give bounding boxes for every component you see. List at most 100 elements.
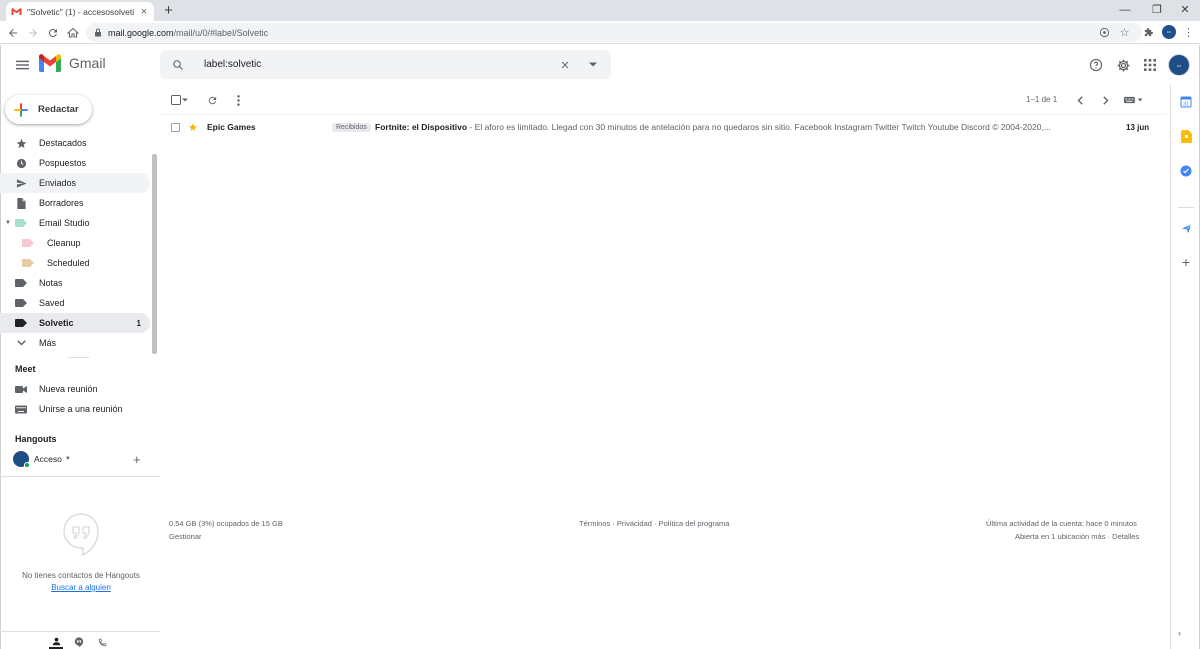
footer-links[interactable]: Términos · Privacidad · Política del pro… <box>579 519 729 528</box>
close-window-button[interactable]: ✕ <box>1170 0 1200 19</box>
sidebar-nav: Destacados Pospuestos Enviados Borradore… <box>0 133 150 353</box>
url-path: /mail/u/0/#label/Solvetic <box>173 27 269 38</box>
compose-button[interactable]: Redactar <box>5 95 92 124</box>
addon-plane-icon[interactable] <box>1179 221 1193 235</box>
sidebar-item-mas[interactable]: Más <box>0 333 150 353</box>
side-panel: 31 + <box>1170 85 1200 649</box>
join-meeting-item[interactable]: Unirse a una reunión <box>0 399 150 419</box>
clock-icon <box>15 157 27 169</box>
address-bar[interactable]: mail.google.com/mail/u/0/#label/Solvetic <box>86 23 1142 42</box>
join-meeting-label: Unirse a una reunión <box>39 404 123 414</box>
help-icon[interactable] <box>1086 55 1106 75</box>
sidebar-item-label: Cleanup <box>47 238 81 248</box>
hide-side-panel-icon[interactable]: › <box>1178 628 1181 638</box>
storage-usage: 0,54 GB (3%) ocupados de 15 GB <box>169 519 283 528</box>
meet-section-title: Meet <box>15 364 36 374</box>
activity-details-link[interactable]: Abierta en 1 ubicación más · Detalles <box>1015 532 1139 541</box>
settings-gear-icon[interactable] <box>1113 55 1133 75</box>
new-tab-button[interactable]: + <box>160 2 177 19</box>
sidebar-item-destacados[interactable]: Destacados <box>0 133 150 153</box>
star-icon[interactable]: ★ <box>188 121 198 134</box>
hangouts-user[interactable]: Acceso ▼ <box>13 450 153 468</box>
search-input[interactable]: label:solvetic <box>204 59 551 70</box>
hangouts-empty-text: No tienes contactos de Hangouts <box>22 571 140 580</box>
calendar-icon[interactable]: 31 <box>1179 95 1193 109</box>
reload-button[interactable] <box>44 24 61 41</box>
side-panel-divider <box>1178 207 1194 208</box>
sidebar-scrollbar[interactable] <box>152 154 157 354</box>
status-caret-icon[interactable]: ▼ <box>65 456 71 462</box>
sidebar-item-solvetic[interactable]: Solvetic 1 <box>0 313 150 333</box>
email-row[interactable]: ★ Epic Games Recibidos Fortnite: el Disp… <box>160 118 1160 136</box>
email-sender: Epic Games <box>207 122 256 132</box>
email-subject: Fortnite: el Dispositivo <box>375 122 468 132</box>
forward-button[interactable] <box>24 24 41 41</box>
label-icon <box>22 257 34 269</box>
hangouts-user-name: Acceso <box>34 454 62 464</box>
email-subject-snippet: Fortnite: el Dispositivo - El aforo es l… <box>375 122 1088 132</box>
search-icon[interactable] <box>164 59 192 71</box>
sidebar-item-notas[interactable]: Notas <box>0 273 150 293</box>
person-icon[interactable] <box>49 635 63 649</box>
inbox-badge[interactable]: Recibidos <box>332 122 371 132</box>
email-checkbox[interactable] <box>171 122 180 132</box>
gmail-favicon-icon <box>11 7 22 16</box>
tab-title: "Solvetic" (1) - accesosolvetic1@ <box>27 6 134 17</box>
next-page-icon[interactable] <box>1098 92 1114 108</box>
browser-tab[interactable]: "Solvetic" (1) - accesosolvetic1@ × <box>6 2 154 21</box>
select-caret-icon[interactable] <box>181 92 189 108</box>
new-meeting-item[interactable]: Nueva reunión <box>0 379 150 399</box>
hangouts-chat-icon[interactable] <box>72 635 86 649</box>
hangouts-add-icon[interactable]: + <box>133 452 141 467</box>
extensions-puzzle-icon[interactable] <box>1140 24 1157 41</box>
eye-icon[interactable] <box>1096 24 1113 41</box>
sidebar-item-enviados[interactable]: Enviados <box>0 173 150 193</box>
manage-storage-link[interactable]: Gestionar <box>169 532 202 541</box>
pagination-text: 1–1 de 1 <box>1026 95 1058 104</box>
refresh-icon[interactable] <box>204 92 220 108</box>
main-menu-button[interactable] <box>12 55 32 75</box>
label-icon <box>15 317 27 329</box>
sidebar-item-scheduled[interactable]: Scheduled <box>0 253 150 273</box>
sidebar-item-label: Pospuestos <box>39 158 87 168</box>
sidebar-item-borradores[interactable]: Borradores <box>0 193 150 213</box>
search-bar[interactable]: label:solvetic <box>160 50 611 79</box>
hangouts-search-link[interactable]: Buscar a alguien <box>0 583 162 592</box>
sidebar-item-label: Saved <box>39 298 65 308</box>
keep-icon[interactable] <box>1179 129 1193 143</box>
sidebar-item-saved[interactable]: Saved <box>0 293 150 313</box>
phone-icon[interactable] <box>95 635 109 649</box>
bookmark-star-icon[interactable]: ☆ <box>1116 24 1133 41</box>
search-options-caret-icon[interactable] <box>579 62 607 67</box>
apps-grid-icon[interactable] <box>1140 55 1160 75</box>
label-icon <box>15 277 27 289</box>
back-button[interactable] <box>4 24 21 41</box>
label-icon <box>22 237 34 249</box>
browser-profile-avatar[interactable]: ••• <box>1162 25 1176 39</box>
sidebar-item-email-studio[interactable]: ▼ Email Studio <box>0 213 150 233</box>
maximize-button[interactable]: ❐ <box>1142 0 1172 19</box>
more-options-icon[interactable] <box>230 92 246 108</box>
video-camera-icon <box>15 383 27 395</box>
browser-menu-icon[interactable]: ⋮ <box>1180 24 1197 41</box>
tasks-icon[interactable] <box>1179 164 1193 178</box>
draft-icon <box>15 197 27 209</box>
add-addon-icon[interactable]: + <box>1179 254 1193 270</box>
last-activity: Última actividad de la cuenta: hace 0 mi… <box>986 519 1137 528</box>
minimize-button[interactable]: — <box>1110 0 1140 19</box>
sidebar-item-pospuestos[interactable]: Pospuestos <box>0 153 150 173</box>
account-avatar[interactable]: ••• <box>1168 54 1190 76</box>
input-tools-keyboard-icon[interactable] <box>1122 92 1146 108</box>
expand-caret-icon[interactable]: ▼ <box>5 220 11 226</box>
tab-close-icon[interactable]: × <box>139 6 149 18</box>
svg-text:31: 31 <box>1183 102 1189 108</box>
gmail-wordmark: Gmail <box>69 55 106 71</box>
clear-search-icon[interactable] <box>551 60 579 70</box>
gmail-logo[interactable]: Gmail <box>38 54 106 72</box>
sidebar-item-cleanup[interactable]: Cleanup <box>0 233 150 253</box>
lock-icon <box>94 28 102 37</box>
previous-page-icon[interactable] <box>1072 92 1088 108</box>
label-icon <box>15 217 27 229</box>
home-button[interactable] <box>64 24 81 41</box>
chevron-down-icon <box>15 337 27 349</box>
